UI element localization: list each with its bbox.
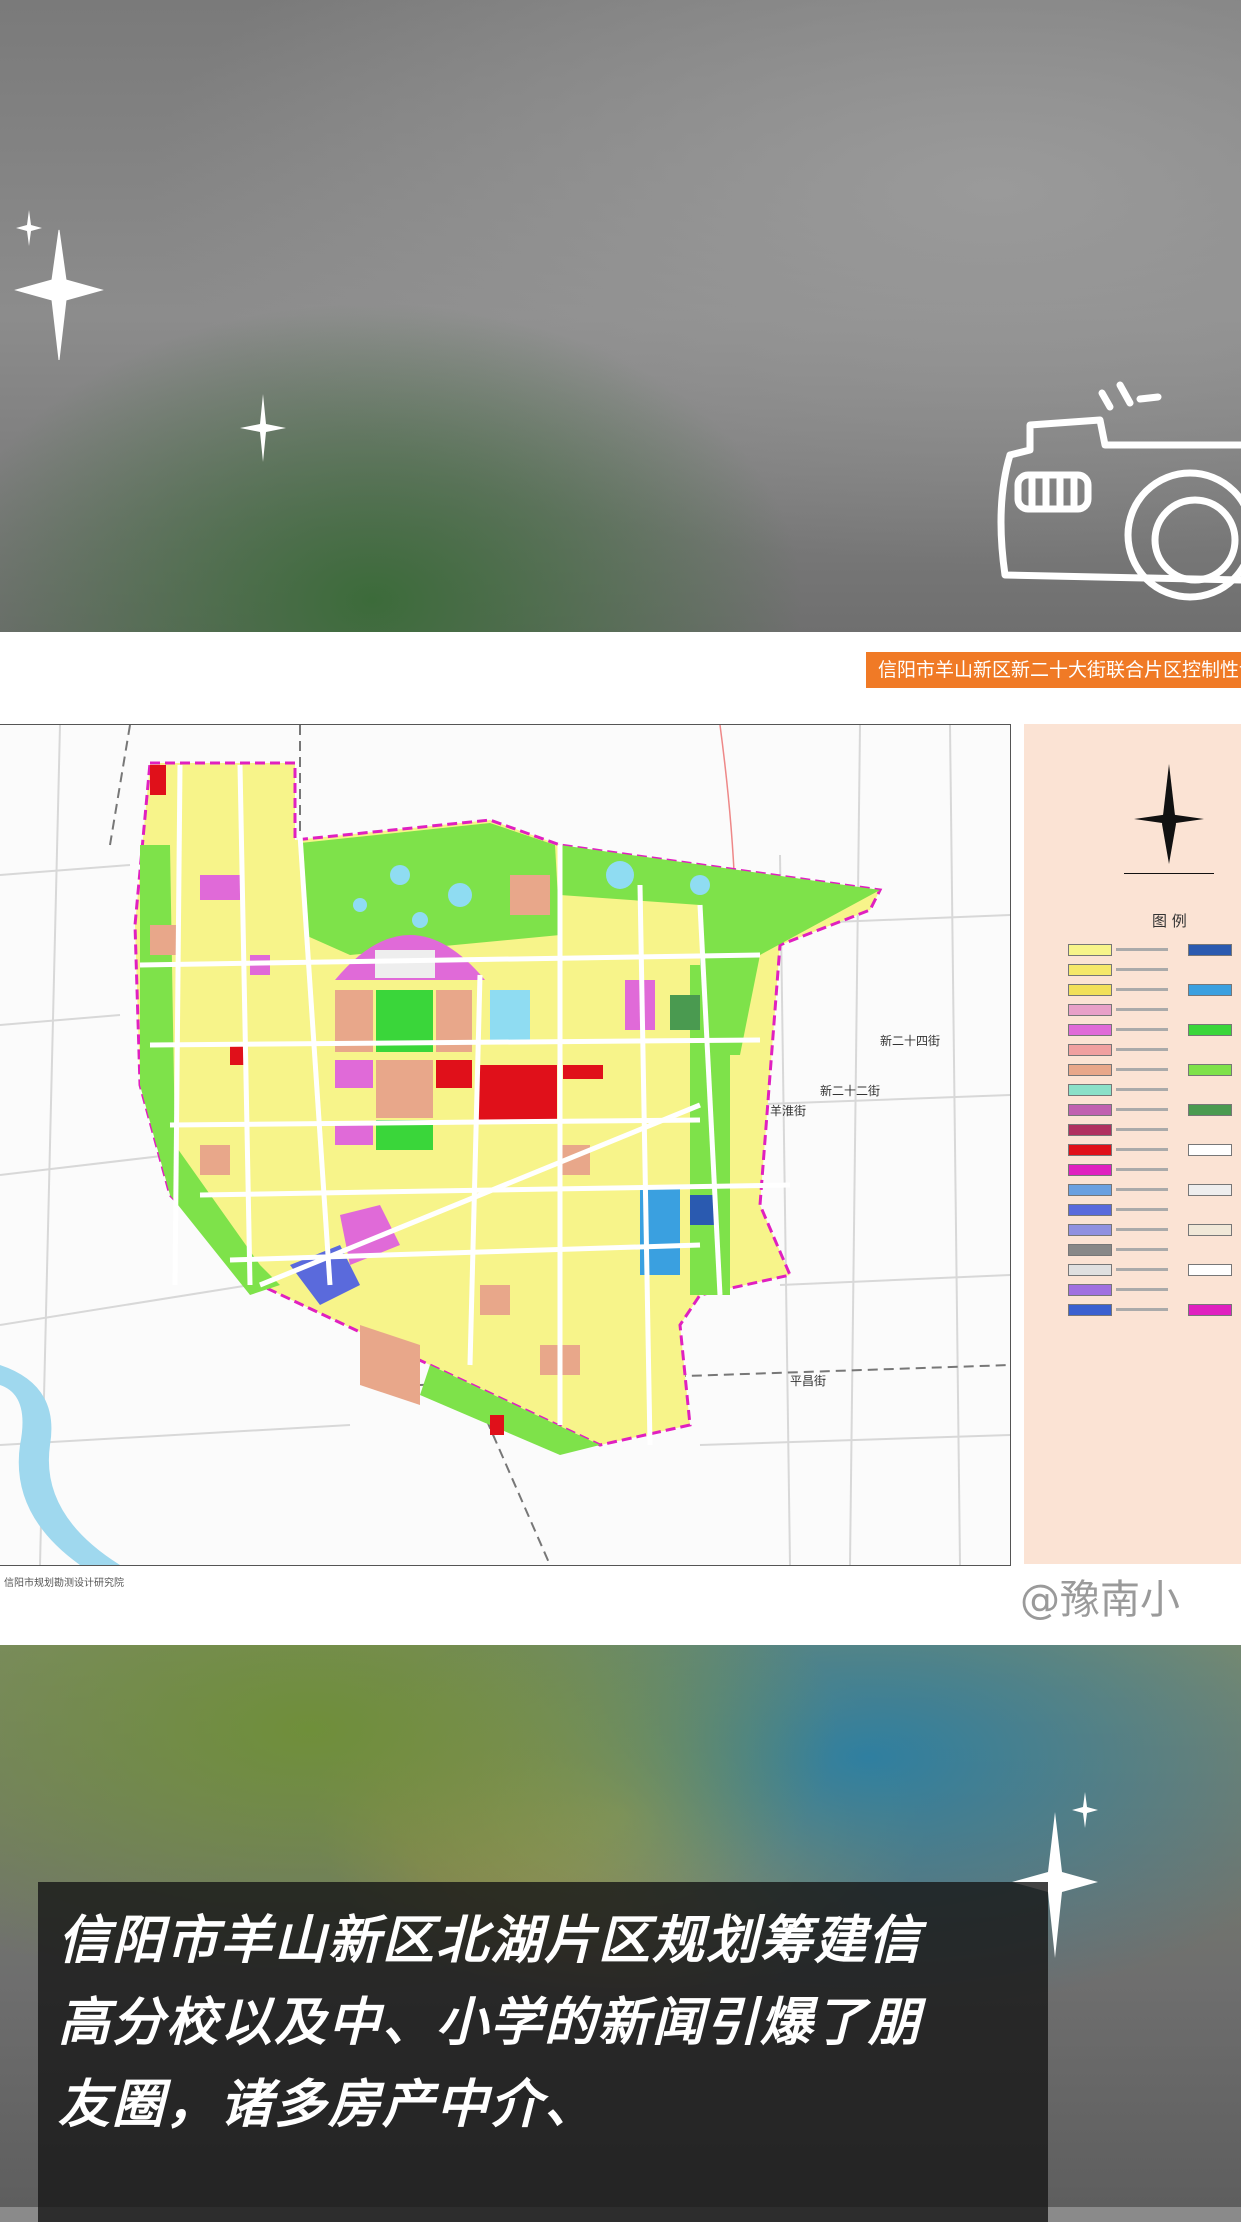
sparkle-icon — [1072, 1792, 1098, 1828]
legend-row — [1068, 1079, 1168, 1096]
legend-row — [1068, 1179, 1168, 1196]
legend-row — [1068, 1259, 1168, 1276]
legend-panel: 图 例 — [1024, 724, 1241, 1564]
legend-row — [1068, 939, 1168, 956]
caption-text: 信阳市羊山新区北湖片区规划筹建信高分校以及中、小学的新闻引爆了朋友圈，诸多房产中… — [58, 1911, 923, 2135]
legend-row — [1188, 1179, 1232, 1196]
legend-row — [1068, 1239, 1168, 1256]
legend-row — [1068, 959, 1168, 976]
camera-icon — [997, 381, 1241, 601]
legend-row — [1068, 999, 1168, 1016]
institute-label: 信阳市规划勘测设计研究院 — [4, 1578, 124, 1589]
land-use-map-graphic: 羊淮街 新二十二街 新二十四街 平昌街 — [0, 725, 1010, 1565]
legend-row — [1188, 939, 1232, 956]
legend-row — [1068, 1019, 1168, 1036]
legend-row — [1068, 1299, 1168, 1316]
legend-row — [1188, 1259, 1232, 1276]
legend-row — [1068, 1219, 1168, 1236]
street-label: 平昌街 — [790, 1374, 826, 1388]
street-label: 新二十四街 — [880, 1033, 940, 1048]
legend-row — [1188, 979, 1232, 996]
planning-map-card[interactable]: 信阳市羊山新区新二十大街联合片区控制性详细规划 — [0, 632, 1241, 1645]
legend-row — [1068, 1039, 1168, 1056]
north-arrow-icon — [1124, 764, 1214, 874]
street-label: 新二十二街 — [820, 1083, 880, 1098]
legend-row — [1068, 1099, 1168, 1116]
legend-row — [1068, 1159, 1168, 1176]
legend-row — [1068, 1139, 1168, 1156]
sparkle-icon — [240, 394, 286, 462]
legend-row — [1068, 1279, 1168, 1296]
legend-row — [1188, 1059, 1232, 1076]
street-label: 羊淮街 — [770, 1103, 806, 1118]
legend-row — [1068, 1059, 1168, 1076]
land-use-map[interactable]: 羊淮街 新二十二街 新二十四街 平昌街 — [0, 724, 1011, 1566]
legend-title: 图 例 — [1152, 912, 1187, 930]
legend-row — [1068, 979, 1168, 996]
legend-row — [1188, 1019, 1232, 1036]
legend-row — [1188, 1219, 1232, 1236]
legend-row — [1068, 1119, 1168, 1136]
caption-box: 信阳市羊山新区北湖片区规划筹建信高分校以及中、小学的新闻引爆了朋友圈，诸多房产中… — [38, 1882, 1048, 2222]
legend-row — [1188, 1139, 1232, 1156]
legend-row — [1068, 1199, 1168, 1216]
legend-row — [1188, 1299, 1232, 1316]
watermark: @豫南小 — [1020, 1577, 1180, 1623]
sparkle-icon — [16, 210, 42, 246]
map-header-title: 信阳市羊山新区新二十大街联合片区控制性详细规划 — [866, 652, 1241, 688]
legend-row — [1188, 1099, 1232, 1116]
